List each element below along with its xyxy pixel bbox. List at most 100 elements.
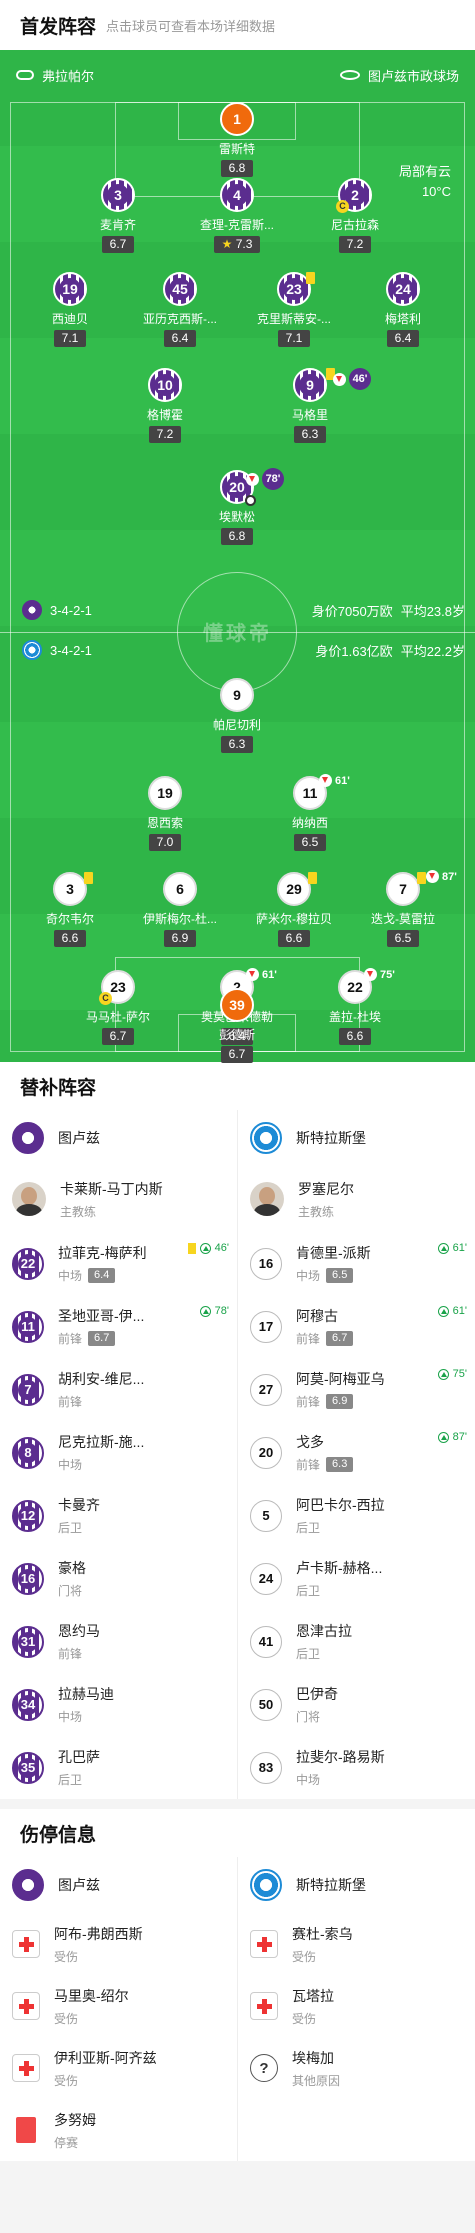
sub-row[interactable]: 35 孔巴萨 后卫: [0, 1736, 237, 1799]
sub-number-badge: 11: [12, 1310, 44, 1343]
sub-info: 戈多 前锋 6.3: [296, 1432, 354, 1473]
sub-number-badge: 5: [250, 1499, 282, 1532]
injury-info: 多努姆 停赛: [54, 2110, 96, 2151]
player-name: 亚历克西斯-...: [143, 312, 217, 326]
sub-info: 肯德里-派斯 中场 6.5: [296, 1243, 371, 1284]
sub-row[interactable]: 34 拉赫马迪 中场: [0, 1673, 237, 1736]
away-team-header[interactable]: 斯特拉斯堡: [238, 1110, 475, 1166]
sub-rating: 6.4: [88, 1268, 116, 1283]
team-name: 图卢兹: [58, 1130, 100, 1146]
sub-row[interactable]: 24 卢卡斯-赫格... 后卫: [238, 1547, 475, 1610]
player-name: 克里斯蒂安-...: [257, 312, 331, 326]
player-rating: ★ 7.3: [213, 236, 261, 253]
sub-row[interactable]: 17 阿穆古 前锋 6.7 61': [238, 1295, 475, 1358]
player-name: 西迪贝: [51, 312, 88, 326]
sub-position: 后卫: [296, 1647, 321, 1661]
sub-row[interactable]: 16 肯德里-派斯 中场 6.5 61': [238, 1232, 475, 1295]
home-player[interactable]: 10 格博霍 7.2: [110, 368, 220, 443]
sub-in-icon: [199, 1242, 211, 1254]
sub-row[interactable]: 27 阿莫-阿梅亚乌 前锋 6.9 75': [238, 1358, 475, 1421]
sub-row[interactable]: 41 恩津古拉 后卫: [238, 1610, 475, 1673]
sub-row[interactable]: 16 豪格 门将: [0, 1547, 237, 1610]
injury-icon: [250, 1930, 278, 1958]
sub-number-badge: 16: [12, 1562, 44, 1595]
away-team-header[interactable]: 斯特拉斯堡: [238, 1857, 475, 1913]
sub-row[interactable]: 8 尼克拉斯-施... 中场: [0, 1421, 237, 1484]
sub-row[interactable]: 31 恩约马 前锋: [0, 1610, 237, 1673]
sub-row[interactable]: 20 戈多 前锋 6.3 87': [238, 1421, 475, 1484]
home-player[interactable]: 24 梅塔利 6.4: [348, 272, 458, 347]
home-player[interactable]: 45 亚历克西斯-... 6.4: [125, 272, 235, 347]
home-player[interactable]: 1 雷斯特 6.8: [182, 102, 292, 177]
sub-row[interactable]: 22 拉菲克-梅萨利 中场 6.4 46': [0, 1232, 237, 1295]
sub-position: 后卫: [58, 1773, 83, 1787]
away-player[interactable]: 39 彭德斯 6.7: [182, 988, 292, 1063]
stadium-icon: [339, 70, 360, 80]
player-rating: 6.6: [338, 1028, 372, 1045]
bottom-spacer: [0, 2177, 475, 2233]
sub-info: 孔巴萨 后卫: [58, 1747, 100, 1788]
sub-row[interactable]: 50 巴伊奇 门将: [238, 1673, 475, 1736]
player-rating: 6.8: [220, 160, 254, 177]
home-player[interactable]: 23 克里斯蒂安-... 7.1: [239, 272, 349, 347]
player-number-badge: 10: [148, 368, 182, 402]
injury-row[interactable]: ? 埃梅加 其他原因: [238, 2037, 475, 2099]
sub-out-icon: [364, 968, 377, 981]
player-name: 马马杜-萨尔: [86, 1010, 150, 1024]
sub-info: 尼克拉斯-施... 中场: [58, 1432, 144, 1473]
home-player[interactable]: 4 查理-克雷斯... ★ 7.3: [182, 178, 292, 253]
injury-row[interactable]: 伊利亚斯-阿齐兹 受伤: [0, 2037, 237, 2099]
sub-event: 46': [187, 1242, 229, 1254]
sub-name: 阿莫-阿梅亚乌: [296, 1371, 385, 1387]
sub-name: 恩约马: [58, 1623, 100, 1639]
coach-name: 卡莱斯-马丁内斯: [60, 1180, 163, 1197]
home-formation-row: 3-4-2-1 身价7050万欧 平均23.8岁: [22, 598, 465, 622]
away-player[interactable]: 11 61' 纳纳西 6.5: [255, 774, 365, 851]
home-player[interactable]: 3 麦肯齐 6.7: [63, 178, 173, 253]
player-number-badge: 19: [53, 272, 87, 306]
captain-icon: C: [336, 200, 349, 213]
player-rating: 6.5: [293, 834, 327, 851]
injury-row[interactable]: 马里奥-绍尔 受伤: [0, 1975, 237, 2037]
home-formation: 3-4-2-1: [50, 602, 92, 618]
sub-out-icon: [426, 870, 439, 883]
sub-out-event: 87': [426, 870, 457, 883]
away-player[interactable]: 23 C 马马杜-萨尔 6.7: [63, 970, 173, 1045]
away-player[interactable]: 9 帕尼切利 6.3: [182, 678, 292, 753]
question-icon: ?: [250, 2054, 278, 2082]
injury-info: 伊利亚斯-阿齐兹 受伤: [54, 2048, 157, 2089]
away-player[interactable]: 22 75' 盖拉-杜埃 6.6: [300, 968, 410, 1045]
sub-name: 肯德里-派斯: [296, 1245, 371, 1261]
player-rating: 6.7: [220, 1046, 254, 1063]
pitch: 懂球帝 弗拉帕尔 图卢兹市政球场 局部有云 10°C 3-4-2-1 身价705…: [0, 50, 475, 1062]
sub-out-event: 61': [319, 774, 350, 787]
injured-player-name: 瓦塔拉: [292, 1987, 334, 2004]
sub-row[interactable]: 12 卡曼齐 后卫: [0, 1484, 237, 1547]
sub-row[interactable]: 11 圣地亚哥-伊... 前锋 6.7 78': [0, 1295, 237, 1358]
away-player[interactable]: 6 伊斯梅尔-杜... 6.9: [125, 872, 235, 947]
home-team-header[interactable]: 图卢兹: [0, 1110, 237, 1166]
strasbourg-crest-icon: [22, 640, 42, 660]
injury-row[interactable]: 瓦塔拉 受伤: [238, 1975, 475, 2037]
home-player[interactable]: 9 46' 马格里 6.3: [255, 368, 371, 443]
injury-row[interactable]: 多努姆 停赛: [0, 2099, 237, 2161]
away-player[interactable]: 7 87' 迭戈-莫雷拉 6.5: [348, 870, 458, 947]
home-player[interactable]: 2C 尼古拉森 7.2: [300, 178, 410, 253]
injury-row[interactable]: 阿布-弗朗西斯 受伤: [0, 1913, 237, 1975]
away-player[interactable]: 19 恩西索 7.0: [110, 776, 220, 851]
sub-row[interactable]: 7 胡利安-维尼... 前锋: [0, 1358, 237, 1421]
home-team-header[interactable]: 图卢兹: [0, 1857, 237, 1913]
away-injuries-column: 斯特拉斯堡 赛杜-索乌 受伤 瓦塔拉 受伤 ? 埃梅加 其他原因: [237, 1857, 475, 2161]
home-player[interactable]: 20 78' 埃默松 6.8: [182, 468, 292, 545]
home-player[interactable]: 19 西迪贝 7.1: [15, 272, 125, 347]
player-rating: 6.4: [163, 330, 197, 347]
away-coach-row[interactable]: 罗塞尼尔 主教练: [238, 1166, 475, 1232]
sub-row[interactable]: 83 拉斐尔-路易斯 中场: [238, 1736, 475, 1799]
away-player[interactable]: 3 奇尔韦尔 6.6: [15, 872, 125, 947]
subs-table: 图卢兹 卡莱斯-马丁内斯 主教练 22 拉菲克-梅萨利 中场 6.4 46' 11: [0, 1110, 475, 1799]
sub-row[interactable]: 5 阿巴卡尔-西拉 后卫: [238, 1484, 475, 1547]
home-coach-row[interactable]: 卡莱斯-马丁内斯 主教练: [0, 1166, 237, 1232]
injury-row[interactable]: 赛杜-索乌 受伤: [238, 1913, 475, 1975]
away-player[interactable]: 29 萨米尔-穆拉贝 6.6: [239, 872, 349, 947]
coach-role: 主教练: [60, 1204, 97, 1219]
